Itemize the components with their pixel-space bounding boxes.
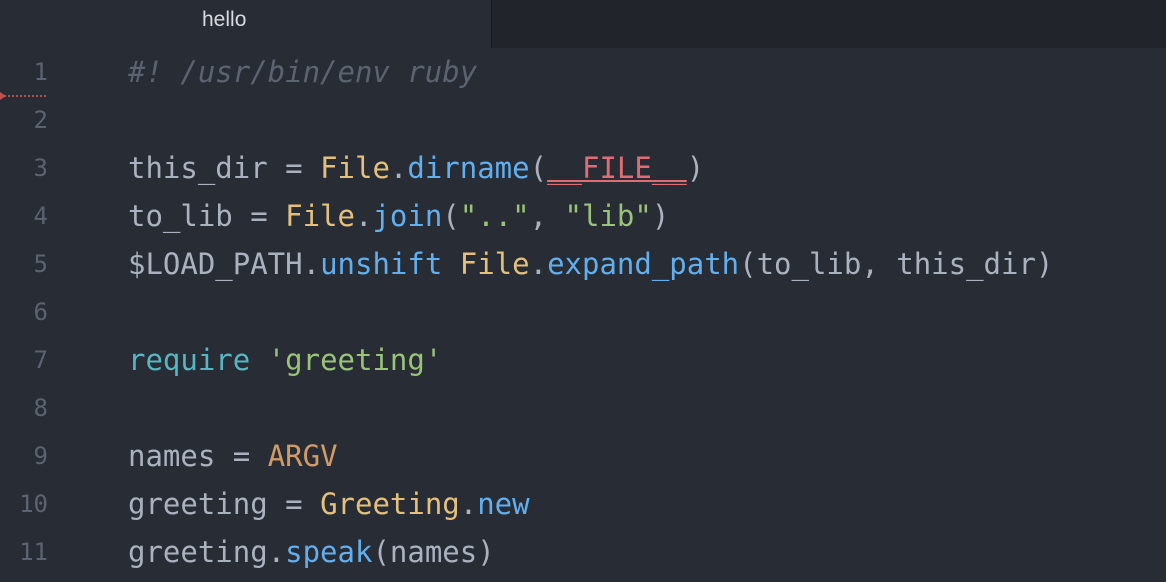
- method-token: new: [477, 487, 530, 521]
- line-number: 11: [19, 538, 48, 566]
- string-token: "lib": [564, 199, 652, 233]
- line-number: 5: [33, 250, 48, 278]
- line-number: 4: [33, 202, 48, 230]
- line-number: 9: [33, 442, 48, 470]
- code-token: (: [442, 199, 460, 233]
- line-number: 7: [33, 346, 48, 374]
- method-token: speak: [285, 535, 373, 569]
- code-token: ): [651, 199, 670, 233]
- method-token: join: [372, 199, 443, 233]
- code-editor[interactable]: 1 2 3 4 5 6 7 8 9 10 11 #! /usr/bin/env …: [0, 48, 1166, 582]
- line-number-gutter: 1 2 3 4 5 6 7 8 9 10 11: [0, 48, 100, 582]
- magic-token: __FILE__: [547, 151, 687, 185]
- code-line-5[interactable]: $LOAD_PATH.unshift File.expand_path(to_l…: [128, 240, 1053, 288]
- line-number: 1: [33, 58, 48, 86]
- code-token: greeting =: [128, 487, 321, 521]
- method-token: unshift: [320, 247, 443, 281]
- code-token: ): [686, 151, 705, 185]
- keyword-token: require: [128, 343, 251, 377]
- code-token: $LOAD_PATH.: [128, 247, 321, 281]
- line-number: 6: [33, 298, 48, 326]
- code-token: .: [529, 247, 548, 281]
- code-line-3[interactable]: this_dir = File.dirname(__FILE__): [128, 144, 704, 192]
- class-token: File: [459, 247, 530, 281]
- code-line-10[interactable]: greeting = Greeting.new: [128, 480, 530, 528]
- string-token: 'greeting': [267, 343, 443, 377]
- code-line-7[interactable]: require 'greeting': [128, 336, 442, 384]
- constant-token: ARGV: [267, 439, 338, 473]
- code-line-1[interactable]: #! /usr/bin/env ruby: [128, 48, 477, 96]
- code-line-9[interactable]: names = ARGV: [128, 432, 338, 480]
- shebang-comment: #! /usr/bin/env ruby: [128, 55, 478, 89]
- code-token: .: [389, 151, 408, 185]
- code-token: greeting.: [128, 535, 286, 569]
- tab-bar: hello: [0, 0, 1166, 48]
- code-token: .: [459, 487, 478, 521]
- code-token: names =: [128, 439, 268, 473]
- class-token: Greeting: [320, 487, 460, 521]
- tab-hello[interactable]: hello: [0, 0, 492, 48]
- tab-title: hello: [202, 8, 247, 31]
- class-token: File: [285, 199, 355, 233]
- code-token: (to_lib, this_dir): [739, 247, 1054, 281]
- code-line-11[interactable]: greeting.speak(names): [128, 528, 495, 576]
- code-line-4[interactable]: to_lib = File.join("..", "lib"): [128, 192, 669, 240]
- code-token: (: [529, 151, 548, 185]
- class-token: File: [320, 151, 390, 185]
- line-number: 8: [33, 394, 48, 422]
- code-token: to_lib =: [128, 199, 286, 233]
- code-token: ,: [529, 199, 565, 233]
- line-number: 3: [33, 154, 48, 182]
- string-token: "..": [459, 199, 530, 233]
- code-token: this_dir =: [128, 151, 321, 185]
- method-token: dirname: [407, 151, 530, 185]
- line-number: 10: [19, 490, 48, 518]
- line-number: 2: [33, 106, 48, 134]
- method-token: expand_path: [547, 247, 740, 281]
- code-token: .: [354, 199, 373, 233]
- code-token: (names): [372, 535, 495, 569]
